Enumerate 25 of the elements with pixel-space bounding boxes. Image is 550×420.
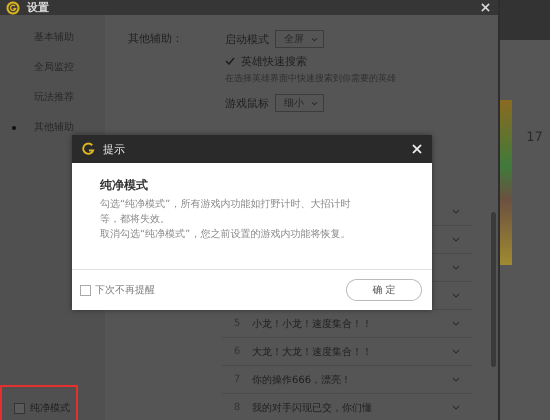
close-icon[interactable] — [481, 3, 490, 12]
chevron-icon[interactable] — [452, 265, 460, 270]
window-title: 设置 — [27, 0, 49, 15]
dont-remind-label: 下次不再提醒 — [95, 284, 155, 297]
caret-icon — [311, 100, 318, 106]
caret-icon — [311, 36, 318, 42]
checkmark-icon[interactable] — [225, 56, 235, 66]
chevron-icon[interactable] — [452, 237, 460, 242]
chevron-icon[interactable] — [452, 321, 460, 326]
dialog-heading: 纯净模式 — [100, 177, 149, 194]
chevron-icon[interactable] — [452, 293, 460, 298]
dialog-message: 勾选“纯净模式”，所有游戏内功能如打野计时、大招计时等，都将失效。 — [100, 198, 352, 227]
game-cursor-label: 游戏鼠标 — [225, 96, 269, 110]
chevron-icon[interactable] — [452, 209, 460, 214]
confirm-button[interactable]: 确 定 — [346, 279, 422, 301]
chevron-icon[interactable] — [452, 377, 460, 382]
chevron-icon[interactable] — [452, 405, 460, 410]
checkbox[interactable] — [14, 402, 25, 414]
logo-icon — [82, 142, 95, 156]
checkbox[interactable] — [80, 284, 91, 296]
scrollbar[interactable] — [491, 212, 496, 367]
chevron-icon[interactable] — [452, 349, 460, 354]
dialog-title: 提示 — [103, 142, 125, 156]
close-icon[interactable] — [412, 144, 422, 154]
dialog-message: 取消勾选“纯净模式”，您之前设置的游戏内功能将恢复。 — [100, 228, 352, 242]
